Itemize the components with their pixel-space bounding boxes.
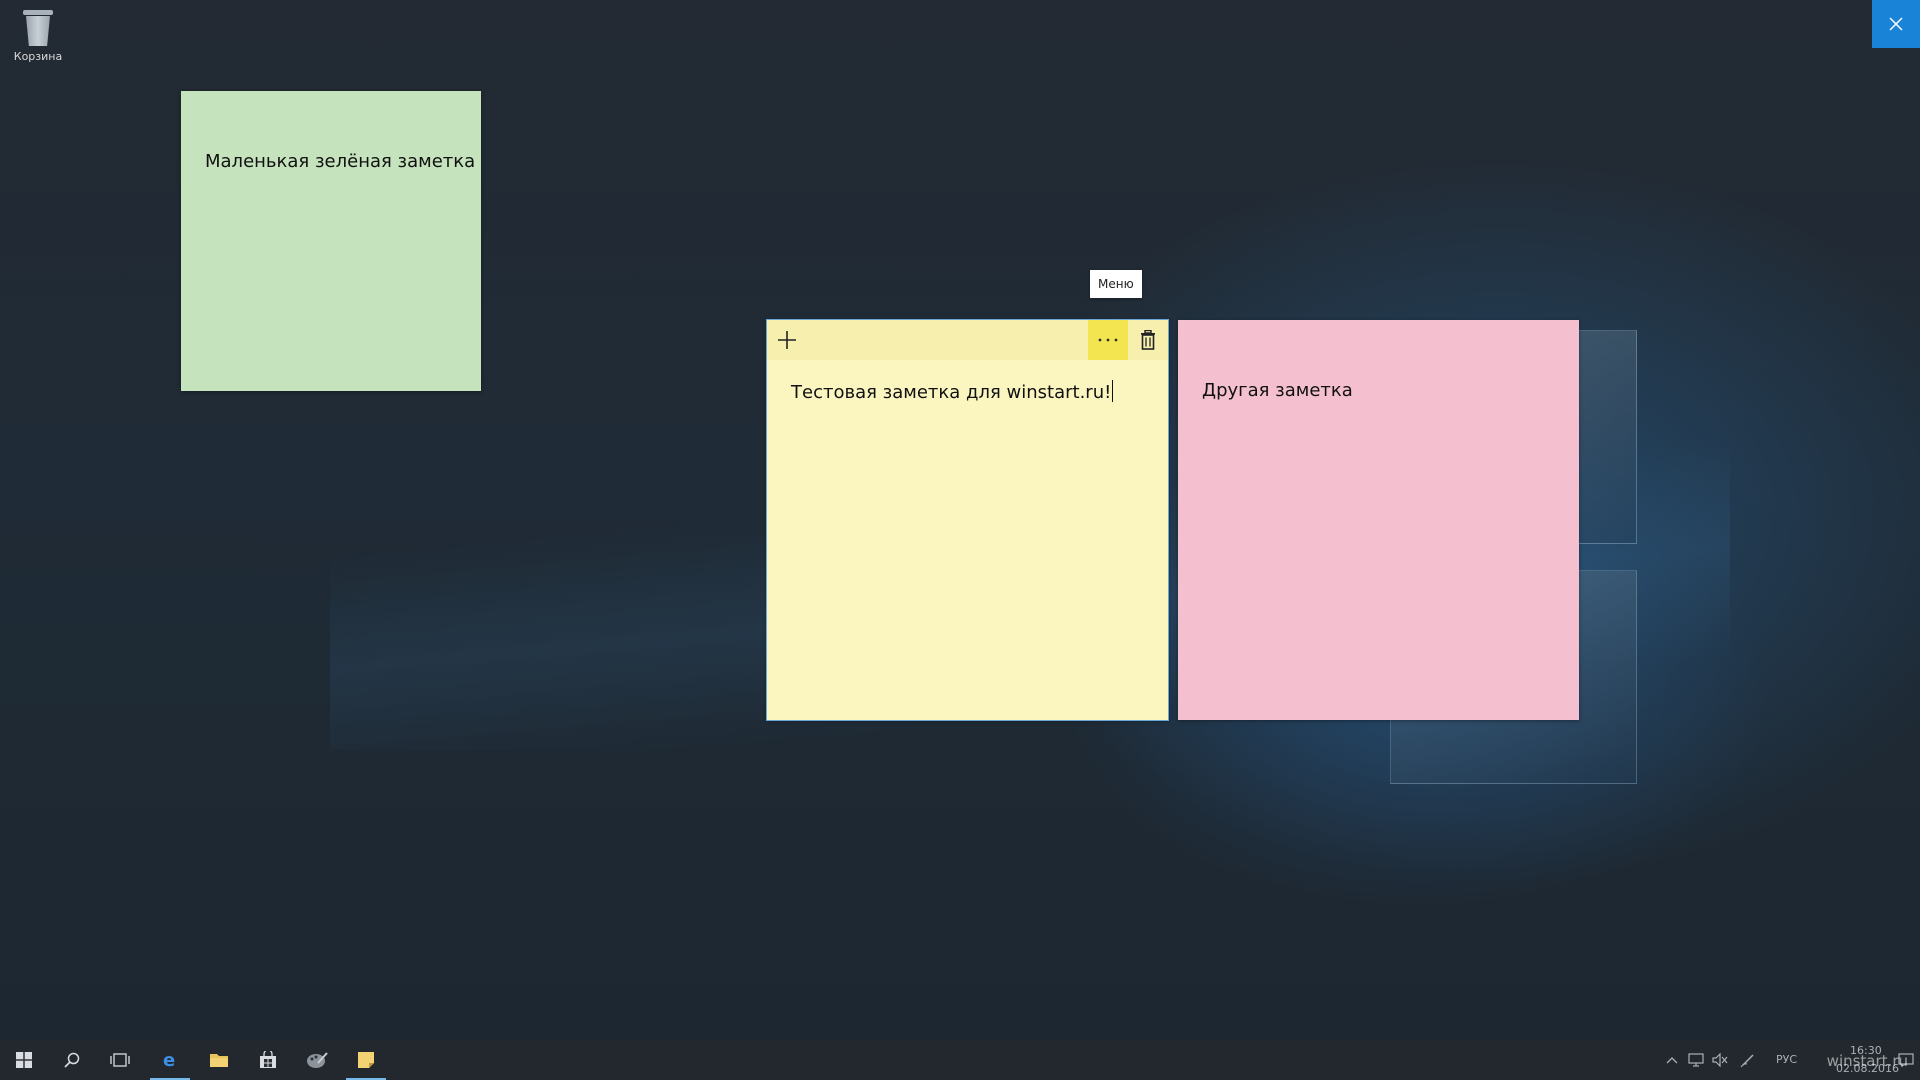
sticky-notes-icon: [358, 1052, 374, 1068]
add-note-button[interactable]: [767, 320, 807, 360]
recycle-bin-label: Корзина: [13, 50, 63, 63]
store-icon: [260, 1051, 276, 1068]
menu-tooltip: Меню: [1090, 270, 1142, 298]
delete-note-button[interactable]: [1128, 320, 1168, 360]
close-button[interactable]: [1872, 0, 1920, 48]
plus-icon: [778, 331, 796, 349]
chevron-up-icon: [1666, 1057, 1678, 1064]
tray-volume[interactable]: [1712, 1052, 1728, 1068]
recycle-bin[interactable]: Корзина: [8, 6, 68, 63]
menu-button[interactable]: [1088, 320, 1128, 360]
task-view-icon: [110, 1053, 130, 1067]
desktop: Корзина Маленькая зелёная заметка Меню Т…: [0, 0, 1920, 1040]
taskbar-edge[interactable]: e: [146, 1040, 194, 1080]
start-button[interactable]: [0, 1040, 48, 1080]
note-text-content: Тестовая заметка для winstart.ru!: [791, 382, 1112, 403]
search-button[interactable]: [48, 1040, 96, 1080]
text-caret: [1112, 380, 1114, 402]
note-text[interactable]: Другая заметка: [1202, 380, 1559, 401]
search-icon: [64, 1052, 80, 1068]
more-dots-icon: [1098, 338, 1118, 342]
sticky-note-yellow[interactable]: Тестовая заметка для winstart.ru!: [766, 319, 1169, 721]
file-explorer-icon: [210, 1054, 228, 1067]
taskbar-paint[interactable]: [293, 1040, 341, 1080]
paint-icon: [307, 1052, 328, 1068]
taskbar-sticky-notes[interactable]: [342, 1040, 390, 1080]
tray-pen[interactable]: [1740, 1052, 1756, 1068]
windows-start-icon: [16, 1052, 32, 1068]
close-icon: [1889, 17, 1903, 31]
sticky-note-green[interactable]: Маленькая зелёная заметка: [181, 91, 481, 391]
volume-muted-icon: [1712, 1053, 1728, 1067]
trash-icon: [1141, 330, 1155, 350]
watermark: winstart.ru: [1826, 1052, 1908, 1070]
note-text[interactable]: Маленькая зелёная заметка: [205, 151, 475, 172]
menu-tooltip-label: Меню: [1098, 277, 1134, 291]
pen-icon: [1740, 1054, 1754, 1068]
note-text[interactable]: Тестовая заметка для winstart.ru!: [791, 380, 1148, 403]
tray-network[interactable]: [1688, 1052, 1704, 1068]
taskbar: e РУС 16:30 02.08.2016: [0, 1040, 1920, 1080]
recycle-bin-icon: [23, 8, 53, 46]
edge-icon: e: [163, 1050, 175, 1070]
note-toolbar: [767, 320, 1168, 360]
sticky-note-pink[interactable]: Другая заметка: [1178, 320, 1579, 720]
tray-show-hidden[interactable]: [1664, 1052, 1680, 1068]
taskbar-store[interactable]: [244, 1040, 292, 1080]
taskbar-file-explorer[interactable]: [195, 1040, 243, 1080]
language-indicator[interactable]: РУС: [1776, 1053, 1797, 1066]
network-icon: [1688, 1053, 1704, 1067]
task-view-button[interactable]: [96, 1040, 144, 1080]
svg-text:e: e: [163, 1050, 175, 1070]
